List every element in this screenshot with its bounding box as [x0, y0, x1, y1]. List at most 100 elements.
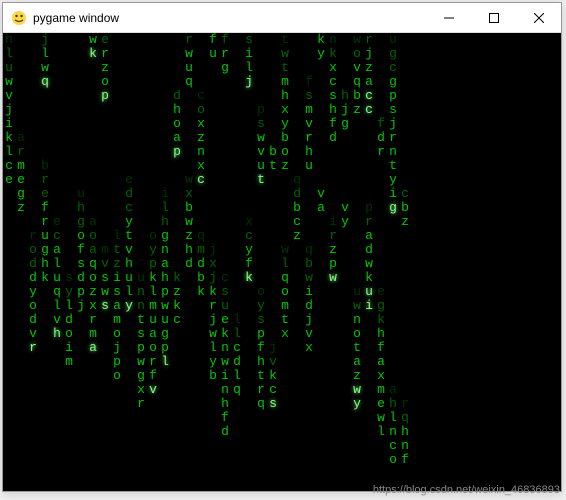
matrix-char: r [219, 47, 231, 61]
matrix-column: qdbcz [291, 173, 303, 243]
matrix-char: x [195, 117, 207, 131]
matrix-char: s [255, 313, 267, 327]
matrix-char: m [87, 327, 99, 341]
matrix-char: f [39, 201, 51, 215]
matrix-char: e [39, 187, 51, 201]
matrix-char: j [39, 33, 51, 47]
matrix-char: a [87, 215, 99, 229]
matrix-char: a [111, 299, 123, 313]
matrix-char: k [243, 271, 255, 285]
matrix-column: ugcgpsjrntyig [387, 33, 399, 215]
matrix-char: n [327, 33, 339, 47]
matrix-char: z [291, 229, 303, 243]
matrix-char: z [171, 285, 183, 299]
matrix-char: f [207, 33, 219, 47]
matrix-char: g [339, 117, 351, 131]
matrix-char: o [111, 369, 123, 383]
matrix-char: t [255, 173, 267, 187]
matrix-char: o [147, 341, 159, 355]
matrix-char: x [243, 215, 255, 229]
matrix-column: fdr [375, 117, 387, 159]
matrix-column: wxbwzhd [183, 173, 195, 271]
minimize-button[interactable] [426, 3, 471, 32]
matrix-char: z [15, 201, 27, 215]
matrix-column: silj [243, 33, 255, 89]
matrix-column: qbwidjvx [303, 243, 315, 355]
matrix-column: llcdlq [231, 313, 243, 397]
matrix-char: q [195, 229, 207, 243]
matrix-char: s [303, 89, 315, 103]
matrix-char: u [351, 285, 363, 299]
matrix-char: c [387, 439, 399, 453]
matrix-char: k [147, 271, 159, 285]
matrix-char: c [327, 75, 339, 89]
matrix-char: l [387, 411, 399, 425]
matrix-column: uwnotazwy [351, 285, 363, 411]
matrix-column: dhoap [171, 89, 183, 159]
matrix-char: a [375, 355, 387, 369]
matrix-column: hjg [339, 89, 351, 131]
matrix-char: l [39, 47, 51, 61]
matrix-char: a [387, 383, 399, 397]
matrix-char: w [87, 33, 99, 47]
matrix-char: o [27, 299, 39, 313]
matrix-char: y [63, 285, 75, 299]
matrix-char: c [231, 341, 243, 355]
matrix-char: h [387, 397, 399, 411]
matrix-char: a [351, 355, 363, 369]
matrix-char: r [303, 131, 315, 145]
matrix-column: jvkcs [267, 341, 279, 411]
matrix-char: w [363, 257, 375, 271]
matrix-char: u [207, 47, 219, 61]
maximize-button[interactable] [471, 3, 516, 32]
matrix-char: e [3, 173, 15, 187]
matrix-char: d [375, 131, 387, 145]
matrix-char: y [123, 215, 135, 229]
matrix-char: q [255, 397, 267, 411]
matrix-char: s [327, 89, 339, 103]
matrix-char: p [363, 201, 375, 215]
matrix-column: erzop [99, 33, 111, 103]
matrix-char: o [351, 327, 363, 341]
matrix-char: g [387, 75, 399, 89]
matrix-char: l [159, 201, 171, 215]
matrix-char: a [147, 327, 159, 341]
titlebar[interactable]: pygame window [3, 3, 561, 33]
matrix-column: armegz [15, 131, 27, 215]
matrix-char: g [159, 327, 171, 341]
matrix-char: k [195, 285, 207, 299]
matrix-column: edcytvhuly [123, 173, 135, 313]
matrix-char: x [87, 299, 99, 313]
matrix-char: n [195, 145, 207, 159]
matrix-char: v [3, 89, 15, 103]
matrix-char: z [279, 159, 291, 173]
matrix-char: l [231, 313, 243, 327]
matrix-char: w [255, 131, 267, 145]
matrix-char: i [327, 215, 339, 229]
matrix-char: d [195, 257, 207, 271]
matrix-char: s [243, 33, 255, 47]
matrix-char: x [207, 257, 219, 271]
matrix-char: h [219, 397, 231, 411]
matrix-char: t [387, 159, 399, 173]
matrix-char: f [327, 117, 339, 131]
matrix-char: h [303, 145, 315, 159]
matrix-column: unntspwgxr [135, 271, 147, 411]
close-button[interactable] [516, 3, 561, 32]
matrix-char: b [183, 201, 195, 215]
matrix-char: k [39, 271, 51, 285]
matrix-column: rwuq [183, 33, 195, 89]
matrix-char: r [87, 313, 99, 327]
matrix-char: u [75, 187, 87, 201]
matrix-char: h [279, 89, 291, 103]
matrix-char: c [399, 187, 411, 201]
matrix-char: v [99, 257, 111, 271]
matrix-char: u [123, 271, 135, 285]
matrix-char: m [15, 159, 27, 173]
matrix-char: r [147, 355, 159, 369]
matrix-char: l [63, 299, 75, 313]
matrix-char: v [255, 145, 267, 159]
matrix-char: c [267, 383, 279, 397]
matrix-char: v [123, 243, 135, 257]
matrix-char: p [159, 285, 171, 299]
